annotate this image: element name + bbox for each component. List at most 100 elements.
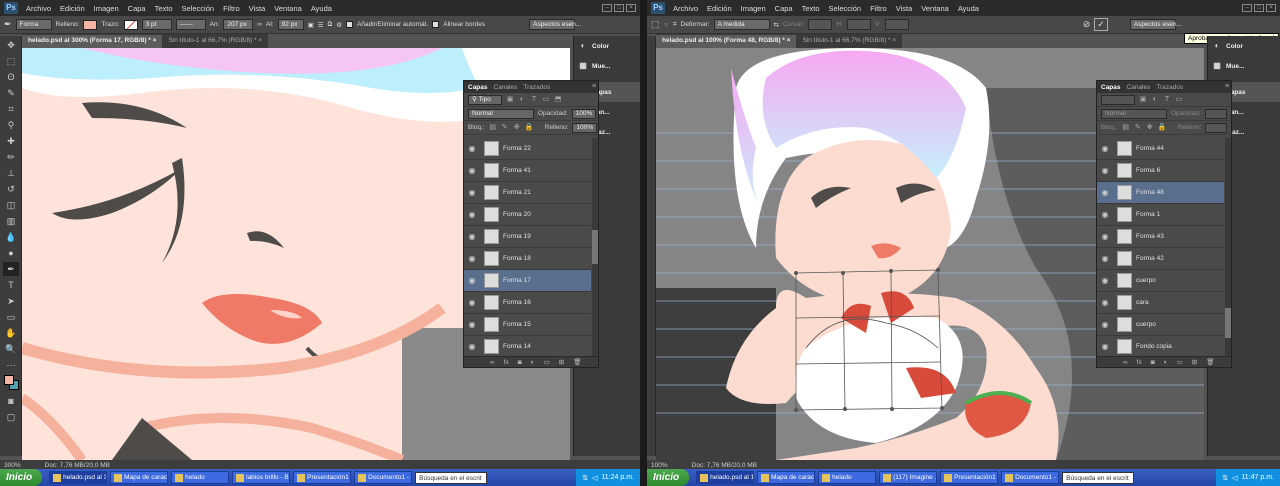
layer-name[interactable]: Fondo copia [1136, 343, 1172, 350]
tab-sin-titulo[interactable]: Sin título-1 al 66,7% (RGB/8) * × [796, 35, 903, 48]
layer-thumbnail[interactable] [1117, 229, 1132, 244]
new-layer-icon[interactable]: ⊞ [1192, 358, 1197, 366]
menu-texto[interactable]: Texto [802, 4, 820, 13]
layer-row[interactable]: ◉ Forma 42 [1097, 248, 1224, 270]
layer-row[interactable]: ◉ Forma 17 [464, 270, 591, 292]
trash-icon[interactable]: 🗑 [1206, 358, 1214, 366]
filter-type-icon[interactable]: T [1163, 96, 1171, 104]
layer-name[interactable]: cara [1136, 299, 1149, 306]
taskbar-button[interactable]: Presentación1 ... [940, 471, 999, 484]
layer-name[interactable]: Forma 6 [1136, 167, 1160, 174]
layer-row[interactable]: ◉ cuerpo [1097, 314, 1224, 336]
layer-row[interactable]: ◉ Forma 14 [464, 336, 591, 358]
deform-select[interactable]: A medida [713, 19, 770, 30]
tab-helado-100[interactable]: helado.psd al 100% (Forma 48, RGB/8) * × [656, 35, 797, 48]
marquee-tool-icon[interactable]: ⬚ [3, 54, 19, 68]
layer-name[interactable]: Forma 48 [1136, 189, 1164, 196]
adjustment-layer-icon[interactable]: ◐ [531, 359, 535, 366]
layer-thumbnail[interactable] [484, 273, 499, 288]
layer-thumbnail[interactable] [1117, 141, 1132, 156]
menu-ayuda[interactable]: Ayuda [958, 4, 979, 13]
layer-row[interactable]: ◉ Forma 21 [464, 182, 591, 204]
visibility-eye-icon[interactable]: ◉ [464, 320, 480, 329]
taskbar-button[interactable]: helado.psd al 3... [49, 471, 108, 484]
layer-thumbnail[interactable] [484, 295, 499, 310]
adjustment-layer-icon[interactable]: ◐ [1164, 359, 1168, 366]
quick-select-tool-icon[interactable]: ✎ [3, 86, 19, 100]
zoom-tool-icon[interactable]: 🔍 [3, 342, 19, 356]
gradient-tool-icon[interactable]: ▥ [3, 214, 19, 228]
blur-tool-icon[interactable]: 💧 [3, 230, 19, 244]
visibility-eye-icon[interactable]: ◉ [464, 144, 480, 153]
menu-ventana[interactable]: Ventana [274, 4, 302, 13]
filter-shape-icon[interactable]: ▭ [542, 96, 550, 104]
layer-row[interactable]: ◉ Forma 6 [1097, 160, 1224, 182]
link-layers-icon[interactable]: ∞ [1123, 359, 1128, 366]
visibility-eye-icon[interactable]: ◉ [464, 188, 480, 197]
menu-archivo[interactable]: Archivo [673, 4, 698, 13]
visibility-eye-icon[interactable]: ◉ [1097, 144, 1113, 153]
stroke-type-select[interactable]: —— [175, 19, 206, 30]
menu-filtro[interactable]: Filtro [870, 4, 887, 13]
tab-trazados[interactable]: Trazados [1156, 84, 1183, 91]
layer-name[interactable]: Forma 22 [503, 145, 531, 152]
lock-transparency-icon[interactable]: ▤ [1122, 124, 1130, 132]
taskbar-button[interactable]: helado [818, 471, 877, 484]
lock-move-icon[interactable]: ✥ [513, 124, 521, 132]
menu-filtro[interactable]: Filtro [223, 4, 240, 13]
orientation-icon[interactable]: ⇆ [774, 21, 779, 29]
layer-thumbnail[interactable] [1117, 317, 1132, 332]
filter-pixel-icon[interactable]: ▣ [506, 96, 514, 104]
menu-seleccion[interactable]: Selección [829, 4, 862, 13]
layer-row[interactable]: ◉ Forma 15 [464, 314, 591, 336]
opacity-field[interactable] [1204, 108, 1227, 119]
layer-row[interactable]: ◉ Forma 43 [1097, 226, 1224, 248]
layer-thumbnail[interactable] [484, 207, 499, 222]
layer-row[interactable]: ◉ Forma 1 [1097, 204, 1224, 226]
lock-paint-icon[interactable]: ✎ [501, 124, 509, 132]
path-ops-icon[interactable]: ▣ [308, 21, 314, 29]
tab-canales[interactable]: Canales [494, 84, 518, 91]
h-field[interactable] [846, 19, 871, 30]
lock-all-icon[interactable]: 🔒 [1158, 124, 1167, 132]
layer-name[interactable]: Forma 17 [503, 277, 531, 284]
fill-field[interactable]: 100% [572, 122, 598, 133]
visibility-eye-icon[interactable]: ◉ [464, 342, 480, 351]
visibility-eye-icon[interactable]: ◉ [464, 166, 480, 175]
workspace-select[interactable]: Aspectos esen... [529, 19, 581, 30]
menu-vista[interactable]: Vista [896, 4, 913, 13]
menu-edicion[interactable]: Edición [60, 4, 85, 13]
visibility-eye-icon[interactable]: ◉ [464, 298, 480, 307]
layer-name[interactable]: Forma 41 [503, 167, 531, 174]
new-group-icon[interactable]: ▭ [544, 358, 550, 366]
clock[interactable]: 11:24 p.m. [601, 474, 634, 481]
layer-row[interactable]: ◉ Forma 16 [464, 292, 591, 314]
gear-icon[interactable]: ⚙ [336, 21, 342, 29]
layer-row[interactable]: ◉ Fondo copia [1097, 336, 1224, 358]
tab-capas[interactable]: Capas [468, 84, 488, 91]
visibility-eye-icon[interactable]: ◉ [1097, 320, 1113, 329]
menu-capa[interactable]: Capa [775, 4, 793, 13]
layer-row[interactable]: ◉ Forma 48 [1097, 182, 1224, 204]
taskbar-button[interactable]: Documento1 - ... [1001, 471, 1060, 484]
layer-kind-select[interactable] [1101, 94, 1135, 105]
lasso-tool-icon[interactable]: ʘ [3, 70, 19, 84]
lock-all-icon[interactable]: 🔒 [525, 124, 534, 132]
path-arrange-icon[interactable]: ⧉ [328, 21, 333, 29]
add-mask-icon[interactable]: ◙ [1151, 359, 1155, 366]
trash-icon[interactable]: 🗑 [573, 358, 581, 366]
history-brush-tool-icon[interactable]: ↺ [3, 182, 19, 196]
layer-thumbnail[interactable] [1117, 251, 1132, 266]
close-icon[interactable]: × [626, 4, 636, 12]
brush-tool-icon[interactable]: ✏ [3, 150, 19, 164]
layer-thumbnail[interactable] [484, 163, 499, 178]
move-tool-icon[interactable]: ✥ [3, 38, 19, 52]
blend-mode-select[interactable]: Normal [1101, 108, 1167, 119]
pen-tool-icon[interactable]: ✒ [4, 19, 12, 30]
close-icon[interactable]: × [1266, 4, 1276, 12]
layer-thumbnail[interactable] [484, 185, 499, 200]
pen-tool-icon[interactable]: ✒ [3, 262, 19, 276]
hand-tool-icon[interactable]: ✋ [3, 326, 19, 340]
taskbar-button[interactable]: Mapa de carac... [110, 471, 169, 484]
screen-mode-icon[interactable]: ▢ [3, 410, 19, 424]
